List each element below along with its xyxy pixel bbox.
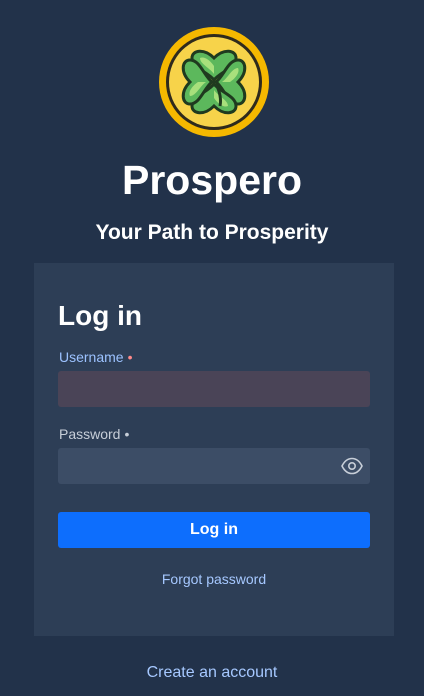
required-marker: •: [124, 426, 130, 442]
password-input[interactable]: [58, 448, 370, 484]
four-leaf-clover-coin-icon: [159, 27, 269, 137]
forgot-password-link[interactable]: Forgot password: [34, 571, 394, 587]
login-title: Log in: [58, 300, 142, 331]
tagline: Your Path to Prosperity: [95, 221, 329, 244]
password-label: Password •: [59, 426, 129, 442]
username-label: Username •: [59, 349, 133, 365]
logo: [158, 26, 270, 138]
create-account-link[interactable]: Create an account: [0, 663, 424, 683]
username-label-text: Username: [59, 349, 124, 365]
eye-icon: [341, 457, 363, 475]
show-password-toggle[interactable]: [341, 457, 363, 475]
app-name: Prospero: [122, 157, 302, 203]
login-button[interactable]: Log in: [58, 512, 370, 548]
username-input[interactable]: [58, 371, 370, 407]
password-label-text: Password: [59, 426, 121, 442]
login-card: Log in Username • Password • Log in Forgot…: [34, 263, 394, 636]
required-marker: •: [127, 349, 133, 365]
